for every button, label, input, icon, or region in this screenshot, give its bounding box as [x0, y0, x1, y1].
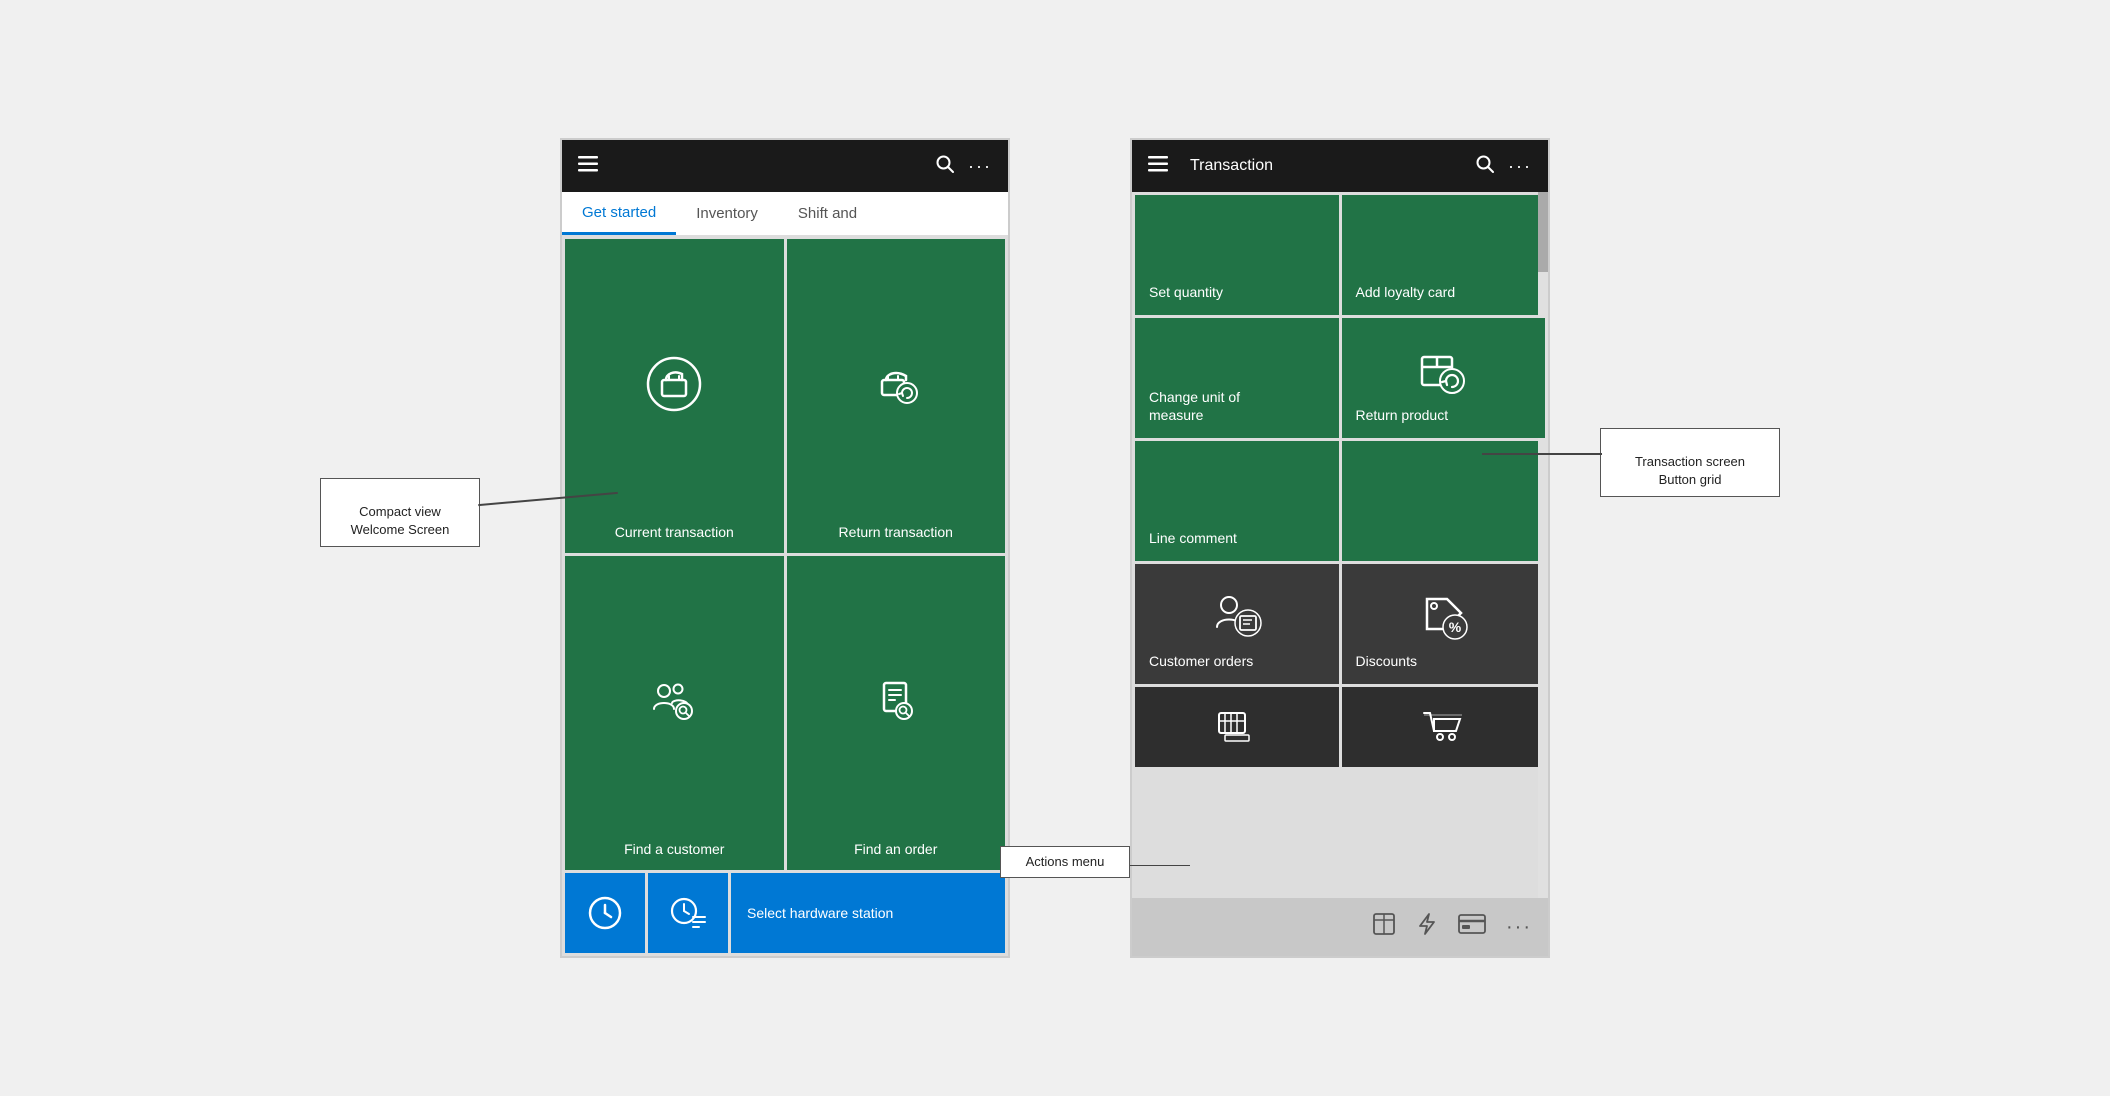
- clock2-button[interactable]: [648, 873, 728, 953]
- discounts-label: Discounts: [1356, 652, 1417, 670]
- customer-search-icon: [646, 568, 702, 833]
- left-search-icon[interactable]: [936, 155, 954, 178]
- change-uom-label: Change unit of measure: [1149, 388, 1240, 424]
- set-quantity-button[interactable]: Set quantity: [1135, 195, 1339, 315]
- clock1-button[interactable]: [565, 873, 645, 953]
- left-phone-frame: ··· Get started Inventory Shift and: [560, 138, 1010, 958]
- set-quantity-label: Set quantity: [1149, 283, 1223, 301]
- more-actions-icon[interactable]: ···: [1506, 916, 1532, 939]
- order-search-icon: [868, 568, 924, 833]
- right-phone-wrapper: Transaction ···: [1130, 138, 1550, 958]
- calculator-icon[interactable]: [1372, 912, 1396, 942]
- partial-button-2[interactable]: [1342, 687, 1546, 767]
- annotation-compact-view: Compact view Welcome Screen: [320, 478, 480, 547]
- bottom-row: Select hardware station: [565, 873, 1005, 953]
- scrollbar-thumb[interactable]: [1538, 192, 1548, 272]
- return-product-icon: [1356, 332, 1526, 406]
- right-button-grid: Set quantity Add loyalty card Change uni…: [1132, 192, 1548, 898]
- current-transaction-label: Current transaction: [615, 524, 734, 541]
- hardware-station-label: Select hardware station: [747, 904, 893, 922]
- bag-return-icon: [868, 251, 924, 516]
- annotation-line-transaction: [1482, 453, 1602, 455]
- line-comment-button[interactable]: Line comment: [1135, 441, 1339, 561]
- change-uom-button[interactable]: Change unit of measure: [1135, 318, 1339, 438]
- left-hamburger-icon[interactable]: [578, 156, 598, 177]
- tab-inventory[interactable]: Inventory: [676, 192, 778, 235]
- left-button-grid: Current transaction: [562, 236, 1008, 956]
- discounts-button[interactable]: % Discounts: [1342, 564, 1546, 684]
- right-nav-icons: ···: [1476, 155, 1532, 178]
- return-transaction-label: Return transaction: [839, 524, 953, 541]
- right-phone-frame: Transaction ···: [1130, 138, 1550, 958]
- annotation-line-actions: [1130, 865, 1190, 867]
- discounts-icon: %: [1356, 578, 1532, 652]
- lightning-icon[interactable]: [1416, 912, 1438, 942]
- scrollbar[interactable]: [1538, 192, 1548, 898]
- find-customer-label: Find a customer: [624, 841, 724, 858]
- annotation-transaction-grid: Transaction screen Button grid: [1600, 428, 1780, 497]
- add-loyalty-button[interactable]: Add loyalty card: [1342, 195, 1546, 315]
- find-order-button[interactable]: Find an order: [787, 556, 1006, 870]
- left-tab-bar: Get started Inventory Shift and: [562, 192, 1008, 236]
- add-loyalty-label: Add loyalty card: [1356, 283, 1456, 301]
- customer-orders-label: Customer orders: [1149, 652, 1253, 670]
- return-transaction-button[interactable]: Return transaction: [787, 239, 1006, 553]
- left-nav-icons: ···: [936, 155, 992, 178]
- right-more-icon[interactable]: ···: [1508, 156, 1532, 177]
- return-product-label: Return product: [1356, 406, 1449, 424]
- right-nav-bar: Transaction ···: [1132, 140, 1548, 192]
- find-order-label: Find an order: [854, 841, 937, 858]
- svg-text:%: %: [1449, 619, 1462, 635]
- right-search-icon[interactable]: [1476, 155, 1494, 178]
- payment-icon[interactable]: [1458, 913, 1486, 941]
- page-container: ··· Get started Inventory Shift and: [0, 0, 2110, 1096]
- return-product-button[interactable]: Return product: [1342, 318, 1546, 438]
- annotation-actions-menu: Actions menu: [1000, 846, 1130, 878]
- bag-icon: [646, 251, 702, 516]
- right-nav-title: Transaction: [1190, 157, 1476, 175]
- left-nav-bar: ···: [562, 140, 1008, 192]
- action-bar: ···: [1132, 898, 1548, 956]
- customer-orders-button[interactable]: Customer orders: [1135, 564, 1339, 684]
- register-icon: [1149, 701, 1325, 753]
- left-more-icon[interactable]: ···: [968, 156, 992, 177]
- find-customer-button[interactable]: Find a customer: [565, 556, 784, 870]
- right-hamburger-icon[interactable]: [1148, 156, 1168, 177]
- current-transaction-button[interactable]: Current transaction: [565, 239, 784, 553]
- empty-green-button[interactable]: [1342, 441, 1546, 561]
- line-comment-label: Line comment: [1149, 529, 1237, 547]
- left-phone-wrapper: ··· Get started Inventory Shift and: [560, 138, 1010, 958]
- cart-icon: [1356, 701, 1532, 753]
- tab-shift[interactable]: Shift and: [778, 192, 858, 235]
- partial-button-1[interactable]: [1135, 687, 1339, 767]
- tab-get-started[interactable]: Get started: [562, 192, 676, 235]
- customer-orders-icon: [1149, 578, 1325, 652]
- hardware-station-button[interactable]: Select hardware station: [731, 873, 1005, 953]
